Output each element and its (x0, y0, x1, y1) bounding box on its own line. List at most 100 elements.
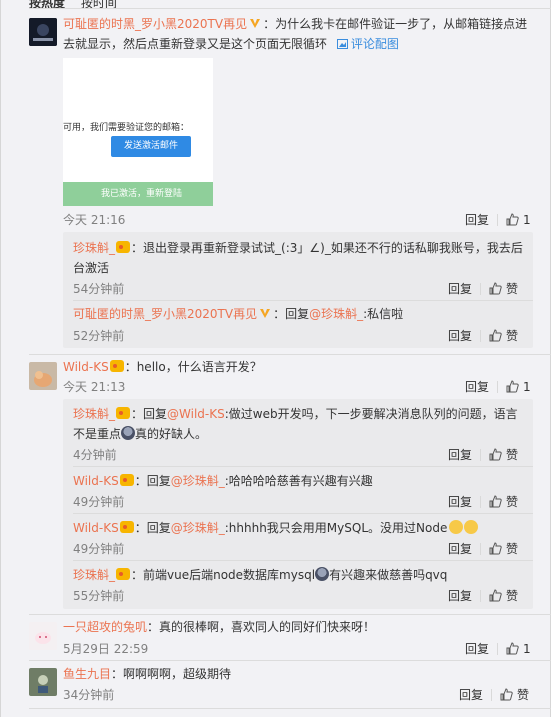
avatar[interactable] (29, 622, 57, 650)
reply-text: 可耻匿的时黑_罗小黑2020TV再见 ：回复@珍珠斛_:私信啦 (73, 307, 404, 321)
avatar[interactable] (29, 18, 57, 46)
sad-emoji-icon (315, 567, 330, 581)
reply-time: 55分钟前 (73, 589, 125, 603)
thumbs-up-icon[interactable] (489, 329, 502, 342)
mention-link[interactable]: @珍珠斛_ (171, 474, 225, 488)
reply-time: 54分钟前 (73, 282, 125, 296)
comments-panel: 按热度 按时间 可耻匿的时黑_罗小黑2020TV再见 ：为什么我卡在邮件验证一步了… (0, 0, 551, 717)
thumbs-up-icon[interactable] (500, 688, 513, 701)
laugh-emoji-icon (449, 520, 464, 534)
reply-actions: 回复 赞 (448, 587, 518, 604)
reply-user[interactable]: 可耻匿的时黑_罗小黑2020TV再见 (73, 307, 257, 321)
like-count: 1 (523, 379, 531, 394)
divider (29, 708, 551, 709)
comment-time: 今天 21:16 (63, 213, 126, 227)
reply-button[interactable]: 回复 (448, 446, 472, 463)
thumbs-up-icon[interactable] (489, 282, 502, 295)
divider (73, 300, 533, 301)
reply-time: 49分钟前 (73, 495, 125, 509)
user-badge-icon (116, 241, 131, 253)
comment-text: 可耻匿的时黑_罗小黑2020TV再见 ：为什么我卡在邮件验证一步了，从邮箱链接点进… (63, 17, 528, 51)
reply-text: 珍珠斛_ ：回复@Wild-KS:做过web开发吗，下一步要解决消息队列的问题，语… (73, 407, 518, 441)
comment-user[interactable]: 一只超攻的兔叽 (63, 620, 147, 634)
mention-link[interactable]: @珍珠斛_ (309, 307, 363, 321)
reply-text: 珍珠斛_ ：退出登录再重新登录试试_(:3」∠)_如果还不行的话私聊我账号，我去后… (73, 241, 523, 275)
reply-text: Wild-KS ：回复@珍珠斛_:hhhhh我只会用用MySQL。没用过Node (73, 518, 528, 538)
comment-time: 今天 21:13 (63, 380, 126, 394)
comment-actions: 回复 1 (465, 378, 531, 395)
comment-actions: 回复 1 (465, 640, 531, 657)
divider (73, 560, 533, 561)
reply-button[interactable]: 回复 (448, 493, 472, 510)
like-count: 1 (523, 212, 531, 227)
like-count: 1 (523, 641, 531, 656)
like-button[interactable]: 赞 (506, 540, 518, 557)
vip-badge-icon (250, 19, 261, 28)
reply-button[interactable]: 回复 (459, 686, 483, 703)
reply-button[interactable]: 回复 (465, 211, 489, 228)
thumbs-up-icon[interactable] (506, 213, 519, 226)
user-badge-icon (116, 568, 131, 580)
thumbs-up-icon[interactable] (506, 642, 519, 655)
comment-image-link[interactable]: 评论配图 (331, 37, 399, 51)
reply-button[interactable]: 回复 (448, 587, 472, 604)
thumbs-up-icon[interactable] (506, 380, 519, 393)
reply-user[interactable]: 珍珠斛_ (73, 241, 115, 255)
like-button[interactable]: 赞 (517, 686, 529, 703)
user-badge-icon (109, 360, 124, 372)
comment-text: Wild-KS ：hello，什么语言开发？ (63, 360, 262, 374)
reply-actions: 回复 赞 (448, 446, 518, 463)
reply-button[interactable]: 回复 (465, 640, 489, 657)
reply-user[interactable]: Wild-KS (73, 474, 119, 488)
reply-actions: 回复 赞 (448, 280, 518, 297)
divider (29, 614, 551, 615)
like-button[interactable]: 赞 (506, 587, 518, 604)
embed-button: 发送激活邮件 (111, 136, 191, 157)
sort-tabs: 按热度 按时间 (29, 0, 129, 10)
divider (29, 660, 551, 661)
like-button[interactable]: 赞 (506, 280, 518, 297)
comment-user[interactable]: 可耻匿的时黑_罗小黑2020TV再见 (63, 17, 247, 31)
like-button[interactable]: 赞 (506, 493, 518, 510)
reply-actions: 回复 赞 (448, 327, 518, 344)
user-badge-icon (116, 407, 131, 419)
reply-text: Wild-KS ：回复@珍珠斛_:哈哈哈哈慈善有兴趣有兴趣 (73, 474, 373, 488)
reply-time: 49分钟前 (73, 542, 125, 556)
reply-user[interactable]: 珍珠斛_ (73, 407, 115, 421)
comment-image[interactable]: 可用，我们需要验证您的邮箱： 发送激活邮件 我已激活，重新登陆 (63, 58, 213, 206)
laugh-emoji-icon (464, 520, 479, 534)
comment-actions: 回复 赞 (459, 686, 529, 703)
reply-actions: 回复 赞 (448, 540, 518, 557)
comment-user[interactable]: Wild-KS (63, 360, 109, 374)
reply-actions: 回复 赞 (448, 493, 518, 510)
thumbs-up-icon[interactable] (489, 448, 502, 461)
thumbs-up-icon[interactable] (489, 589, 502, 602)
like-button[interactable]: 赞 (506, 446, 518, 463)
reply-user[interactable]: 珍珠斛_ (73, 568, 115, 582)
reply-user[interactable]: Wild-KS (73, 521, 119, 535)
mention-link[interactable]: @Wild-KS (167, 407, 225, 421)
comment-text: 鱼生九目：啊啊啊啊，超级期待 (63, 667, 232, 681)
sad-emoji-icon (121, 426, 136, 440)
avatar[interactable] (29, 362, 57, 390)
divider (29, 8, 551, 9)
comment-text: 一只超攻的兔叽：真的很棒啊，喜欢同人的同好们快来呀！ (63, 620, 376, 634)
comment-time: 5月29日 22:59 (63, 642, 149, 656)
like-button[interactable]: 赞 (506, 327, 518, 344)
thumbs-up-icon[interactable] (489, 495, 502, 508)
user-badge-icon (119, 474, 134, 486)
reply-time: 52分钟前 (73, 329, 125, 343)
comment-user[interactable]: 鱼生九目 (63, 667, 111, 681)
reply-button[interactable]: 回复 (448, 280, 472, 297)
reply-button[interactable]: 回复 (448, 540, 472, 557)
divider (73, 466, 533, 467)
vip-badge-icon (260, 309, 271, 318)
reply-button[interactable]: 回复 (465, 378, 489, 395)
image-icon (336, 39, 348, 49)
comment-actions: 回复 1 (465, 211, 531, 228)
reply-button[interactable]: 回复 (448, 327, 472, 344)
thumbs-up-icon[interactable] (489, 542, 502, 555)
avatar[interactable] (29, 668, 57, 696)
comment-time: 34分钟前 (63, 688, 115, 702)
mention-link[interactable]: @珍珠斛_ (171, 521, 225, 535)
